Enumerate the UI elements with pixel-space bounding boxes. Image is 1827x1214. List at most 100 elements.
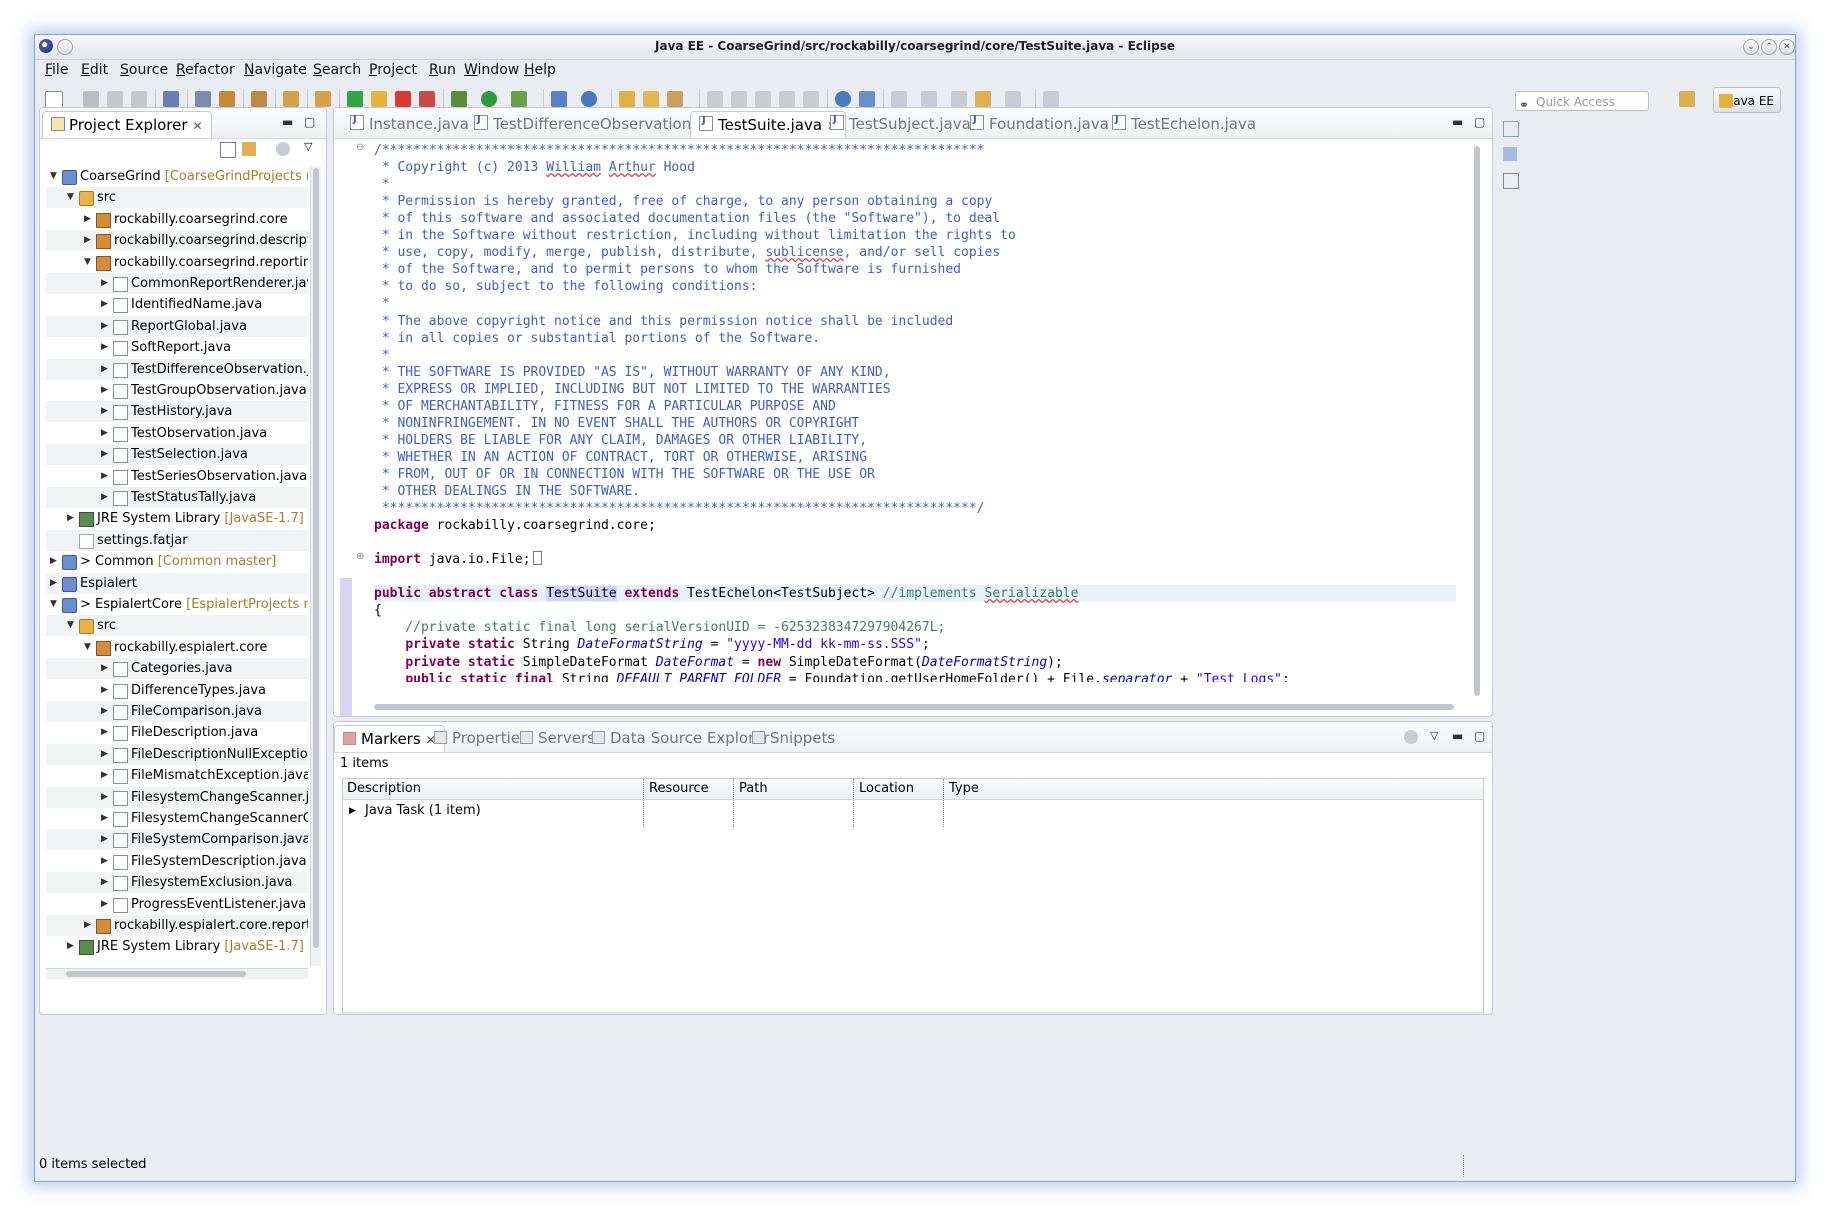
tree-item[interactable]: ▶ TestSelection.java bbox=[46, 444, 308, 466]
expand-arrow-icon[interactable]: ▶ bbox=[101, 316, 108, 337]
tree-item[interactable]: ▶ TestStatusTally.java bbox=[46, 487, 308, 508]
tree-item[interactable]: ▶ FileSystemDescription.java bbox=[46, 851, 308, 872]
expand-arrow-icon[interactable]: ▶ bbox=[101, 829, 108, 850]
editor-maximize-icon[interactable]: ▢ bbox=[1474, 115, 1485, 129]
tree-item[interactable]: ▶ FileMismatchException.java bbox=[46, 765, 308, 786]
tree-item[interactable]: ▶ ProgressEventListener.java bbox=[46, 894, 308, 915]
editor-tab[interactable]: Foundation.java bbox=[970, 114, 1109, 133]
sync-icon[interactable] bbox=[859, 91, 875, 107]
expand-arrow-icon[interactable]: ▶ bbox=[101, 851, 108, 872]
globe-icon[interactable] bbox=[835, 91, 851, 107]
markers-hscroll[interactable] bbox=[343, 1012, 1483, 1014]
editor-tab[interactable]: TestSuite.java✕ bbox=[690, 111, 847, 138]
open-type-icon[interactable] bbox=[251, 91, 267, 107]
filter-icon[interactable] bbox=[1404, 730, 1418, 744]
close-icon[interactable]: ✕ bbox=[193, 119, 203, 133]
code-line[interactable]: { bbox=[374, 602, 382, 619]
disconnect-icon[interactable] bbox=[419, 91, 435, 107]
expand-arrow-icon[interactable]: ▶ bbox=[101, 872, 108, 893]
tree-item[interactable]: ▶ ReportGlobal.java bbox=[46, 315, 308, 337]
expand-arrow-icon[interactable]: ▶ bbox=[50, 573, 57, 594]
tree-item[interactable]: ▶ CommonReportRenderer.java bbox=[46, 273, 308, 294]
tree-item[interactable]: ▶ SoftReport.java bbox=[46, 337, 308, 358]
expand-arrow-icon[interactable]: ▶ bbox=[101, 423, 108, 444]
editor-vscroll[interactable] bbox=[1472, 142, 1482, 702]
annotation-icon[interactable] bbox=[707, 91, 723, 107]
code-line[interactable]: * THE SOFTWARE IS PROVIDED "AS IS", WITH… bbox=[374, 364, 891, 381]
code-line[interactable]: * of the Software, and to permit persons… bbox=[374, 261, 961, 278]
editor-tab[interactable]: TestSubject.java bbox=[830, 114, 971, 133]
folded-imports-icon[interactable] bbox=[532, 551, 542, 566]
markers-view-menu-icon[interactable]: ▽ bbox=[1430, 729, 1438, 742]
outline-icon[interactable] bbox=[1503, 121, 1519, 137]
new-web-service-icon[interactable] bbox=[581, 91, 597, 107]
view-menu-icon[interactable]: ▽ bbox=[304, 140, 312, 153]
code-line[interactable]: * NONINFRINGEMENT. IN NO EVENT SHALL THE… bbox=[374, 415, 859, 432]
sync-view-icon[interactable] bbox=[276, 142, 290, 156]
expand-arrow-icon[interactable]: ▶ bbox=[101, 487, 108, 508]
bottom-tab[interactable]: Markers ✕ bbox=[334, 725, 445, 752]
tree-item[interactable]: ▼ > EspialertCore [EspialertProjects mast… bbox=[46, 594, 308, 615]
expand-arrow-icon[interactable]: ▶ bbox=[101, 894, 108, 915]
tree-item[interactable]: ▼ rockabilly.espialert.core bbox=[46, 637, 308, 658]
maximize-button[interactable]: ⌃ bbox=[1761, 39, 1777, 55]
collapse-arrow-icon[interactable]: ▼ bbox=[67, 615, 74, 636]
lightning-icon[interactable] bbox=[731, 91, 747, 107]
code-line[interactable]: import java.io.File; bbox=[374, 551, 542, 568]
hierarchy-icon[interactable] bbox=[219, 91, 235, 107]
menu-file[interactable]: File bbox=[45, 62, 68, 78]
expand-arrow-icon[interactable]: ▶ bbox=[101, 658, 108, 679]
menu-search[interactable]: Search bbox=[313, 62, 361, 78]
code-line[interactable]: public static final String DEFAULT_PAREN… bbox=[374, 671, 1289, 682]
expand-arrow-icon[interactable]: ▶ bbox=[101, 808, 108, 829]
editor-tab[interactable]: Instance.java bbox=[350, 114, 469, 133]
code-line[interactable]: ****************************************… bbox=[374, 500, 985, 517]
collapse-arrow-icon[interactable]: ▼ bbox=[50, 594, 57, 615]
markers-minimize-icon[interactable]: ▬ bbox=[1452, 729, 1463, 743]
code-line[interactable]: * in all copies or substantial portions … bbox=[374, 330, 820, 347]
quick-access-input[interactable]: ⚭ Quick Access bbox=[1515, 91, 1649, 112]
code-line[interactable]: * Copyright (c) 2013 William Arthur Hood bbox=[374, 159, 695, 176]
code-line[interactable]: * bbox=[374, 347, 390, 364]
collapse-arrow-icon[interactable]: ▼ bbox=[50, 166, 57, 187]
tree-item[interactable]: ▶ TestDifferenceObservation.java bbox=[46, 358, 308, 380]
tree-item[interactable]: settings.fatjar bbox=[46, 529, 308, 551]
marker-icon[interactable] bbox=[755, 91, 771, 107]
tree-item[interactable]: ▶ TestSeriesObservation.java bbox=[46, 466, 308, 487]
tree-item[interactable]: ▶ JRE System Library [JavaSE-1.7] bbox=[46, 508, 308, 529]
expand-arrow-icon[interactable]: ▶ bbox=[101, 722, 108, 743]
expand-arrow-icon[interactable]: ▶ bbox=[349, 801, 356, 821]
tree-item[interactable]: ▼ src bbox=[46, 615, 308, 637]
expand-arrow-icon[interactable]: ▶ bbox=[101, 380, 108, 401]
terminate-icon[interactable] bbox=[395, 91, 411, 107]
code-line[interactable]: * EXPRESS OR IMPLIED, INCLUDING BUT NOT … bbox=[374, 381, 891, 398]
editor-minimize-icon[interactable]: ▬ bbox=[1452, 115, 1463, 129]
minimize-button[interactable]: ⌄ bbox=[1743, 39, 1759, 55]
tree-item[interactable]: ▶ JRE System Library [JavaSE-1.7] bbox=[46, 936, 308, 957]
code-line[interactable]: * of this software and associated docume… bbox=[374, 210, 1000, 227]
back-icon[interactable] bbox=[975, 91, 991, 107]
expand-arrow-icon[interactable]: ▶ bbox=[101, 787, 108, 808]
tree-item[interactable]: ▶ FileDescriptionNullException.java bbox=[46, 743, 308, 765]
forward-icon[interactable] bbox=[1005, 91, 1021, 107]
expand-arrow-icon[interactable]: ▶ bbox=[101, 701, 108, 722]
bottom-tab[interactable]: Servers bbox=[520, 729, 595, 747]
expand-arrow-icon[interactable]: ▶ bbox=[101, 444, 108, 465]
collapse-all-icon[interactable] bbox=[220, 142, 236, 158]
markers-table[interactable]: Description Resource Path Location Type … bbox=[342, 778, 1484, 1014]
link-editor-icon[interactable] bbox=[242, 142, 256, 156]
expand-arrow-icon[interactable]: ▶ bbox=[101, 273, 108, 294]
menu-help[interactable]: Help bbox=[524, 62, 556, 78]
expand-arrow-icon[interactable]: ▶ bbox=[101, 337, 108, 358]
tree-item[interactable]: ▼ CoarseGrind [CoarseGrindProjects maste bbox=[46, 166, 308, 187]
code-line[interactable]: private static SimpleDateFormat DateForm… bbox=[374, 654, 1063, 671]
paragraph-icon[interactable] bbox=[803, 91, 819, 107]
code-line[interactable]: * Permission is hereby granted, free of … bbox=[374, 193, 993, 210]
collapse-arrow-icon[interactable]: ▼ bbox=[84, 252, 91, 273]
tree-item[interactable]: ▶ rockabilly.coarsegrind.descriptions bbox=[46, 230, 308, 252]
code-line[interactable]: * bbox=[374, 295, 390, 312]
expand-arrow-icon[interactable]: ▶ bbox=[101, 401, 108, 422]
task-list-icon[interactable] bbox=[195, 91, 211, 107]
open-project-icon[interactable] bbox=[643, 91, 659, 107]
notes-icon[interactable] bbox=[1503, 173, 1519, 189]
